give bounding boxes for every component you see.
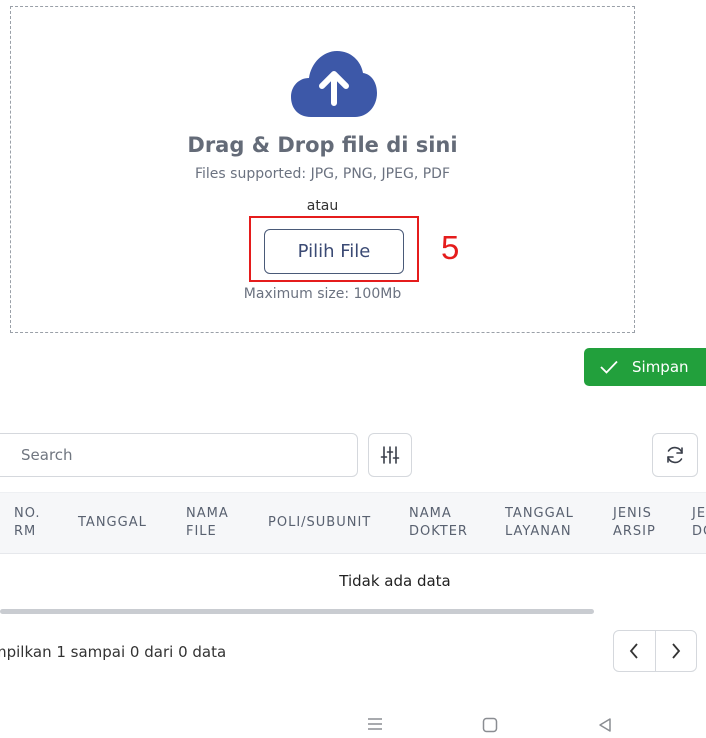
refresh-icon [667, 446, 683, 464]
sliders-icon [380, 446, 400, 464]
column-header[interactable]: TANGGAL LAYANAN [505, 493, 574, 553]
menu-icon[interactable] [366, 716, 384, 732]
column-header[interactable]: JE DO [692, 493, 706, 553]
column-header[interactable]: JENIS ARSIP [613, 493, 656, 553]
cloud-upload-icon [291, 51, 377, 117]
or-text: atau [306, 198, 339, 214]
column-header[interactable]: POLI/SUBUNIT [268, 493, 371, 553]
max-size-text: Maximum size: 100Mb [243, 286, 402, 302]
prev-page-button[interactable] [614, 631, 655, 671]
column-header[interactable]: TANGGAL [78, 493, 147, 553]
pagination-controls [613, 630, 697, 672]
back-triangle-icon[interactable] [596, 716, 614, 734]
search-input[interactable] [0, 433, 358, 477]
step-number-label: 5 [441, 229, 460, 266]
filter-button[interactable] [368, 433, 412, 477]
check-icon [600, 360, 618, 374]
dropzone-title: Drag & Drop file di sini [187, 133, 458, 157]
column-header[interactable]: NAMA FILE [186, 493, 229, 553]
pagination-info: mpilkan 1 sampai 0 dari 0 data [0, 643, 227, 661]
supported-formats-text: Files supported: JPG, PNG, JPEG, PDF [194, 166, 450, 182]
save-button[interactable]: Simpan [584, 348, 706, 386]
home-square-icon[interactable] [481, 716, 499, 734]
next-page-button[interactable] [656, 631, 697, 671]
column-header[interactable]: NO. RM [14, 493, 41, 553]
file-dropzone[interactable]: Drag & Drop file di sini Files supported… [10, 6, 635, 333]
column-header[interactable]: NAMA DOKTER [409, 493, 468, 553]
chevron-left-icon [630, 643, 638, 659]
table-header: NO. RM TANGGAL NAMA FILE POLI/SUBUNIT NA… [0, 492, 706, 554]
horizontal-scrollbar[interactable] [0, 609, 594, 614]
pick-file-button[interactable]: Pilih File [264, 229, 404, 274]
chevron-right-icon [672, 643, 680, 659]
save-button-label: Simpan [632, 358, 689, 376]
empty-table-message: Tidak ada data [339, 572, 451, 590]
refresh-button[interactable] [652, 433, 698, 477]
